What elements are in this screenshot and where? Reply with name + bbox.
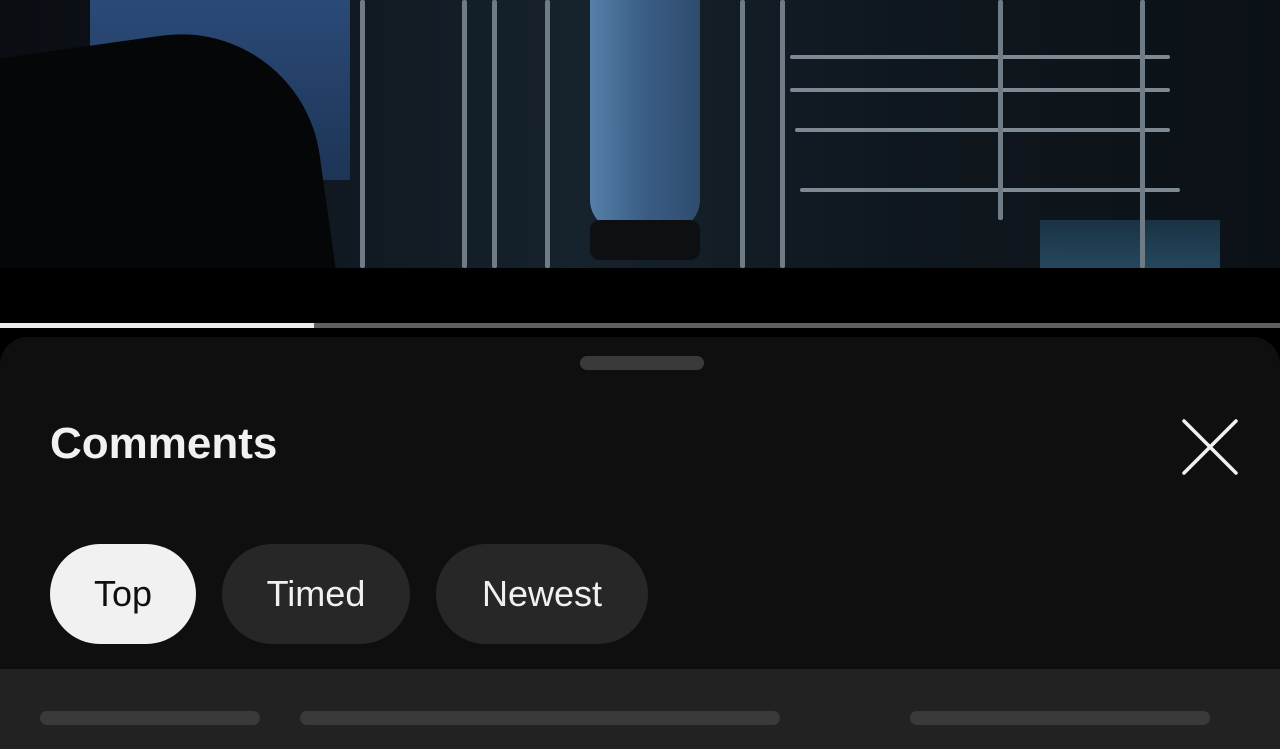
video-frame-rail — [790, 88, 1170, 92]
comments-title: Comments — [50, 419, 278, 468]
video-frame-rail — [790, 55, 1170, 59]
video-frame-person — [590, 0, 700, 260]
video-letterbox — [0, 268, 1280, 324]
close-icon — [1182, 419, 1238, 475]
chip-timed[interactable]: Timed — [222, 544, 410, 644]
video-progress-bar[interactable] — [0, 323, 1280, 328]
chip-top[interactable]: Top — [50, 544, 196, 644]
comment-sort-chips: Top Timed Newest — [50, 544, 648, 644]
video-frame-post — [492, 0, 497, 268]
video-frame-post — [740, 0, 745, 268]
video-frame-post — [998, 0, 1003, 220]
video-frame-floor — [1040, 220, 1220, 268]
video-frame-post — [462, 0, 467, 268]
video-frame-post — [1140, 0, 1145, 268]
video-progress-played — [0, 323, 314, 328]
comment-text-placeholder — [910, 711, 1210, 725]
video-frame-rail — [800, 188, 1180, 192]
comments-sheet: Comments Top Timed Newest — [0, 337, 1280, 749]
video-frame-post — [780, 0, 785, 268]
video-frame-rail — [795, 128, 1170, 132]
video-frame-post — [545, 0, 550, 268]
comment-item-partial[interactable] — [0, 669, 1280, 749]
video-frame-post — [360, 0, 365, 268]
chip-newest[interactable]: Newest — [436, 544, 648, 644]
close-button[interactable] — [1170, 407, 1250, 487]
comment-text-placeholder — [40, 711, 260, 725]
video-player[interactable] — [0, 0, 1280, 268]
comment-text-placeholder — [300, 711, 780, 725]
sheet-drag-handle[interactable] — [580, 356, 704, 370]
